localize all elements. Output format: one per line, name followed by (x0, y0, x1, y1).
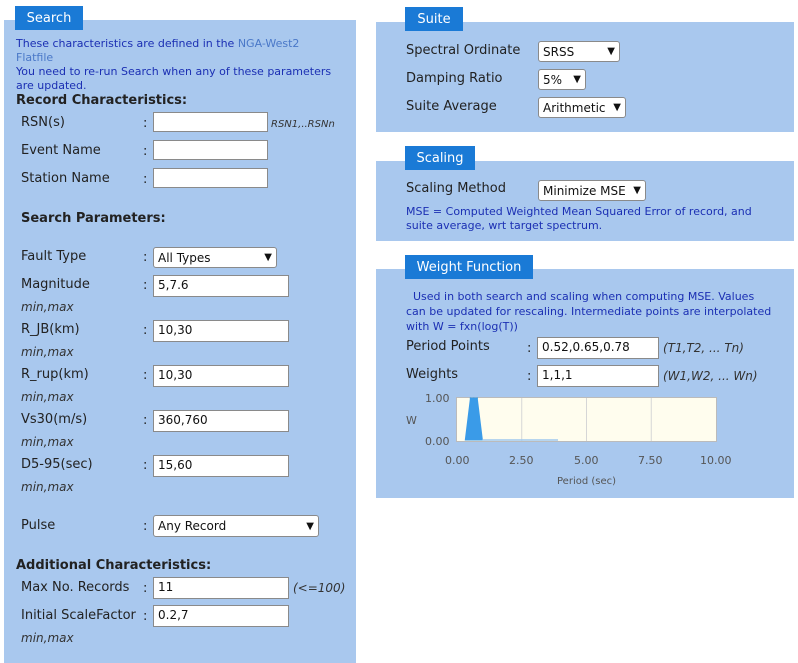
event-name-label: Event Name (21, 143, 101, 158)
scaling-method-select[interactable]: Minimize MSE ▼ (538, 180, 646, 201)
damping-ratio-select[interactable]: 5% ▼ (538, 69, 586, 90)
tab-scaling[interactable]: Scaling (405, 146, 475, 170)
d595-input[interactable]: 15,60 (153, 455, 289, 477)
rjb-label: R_JB(km) (21, 322, 80, 337)
period-points-label: Period Points (406, 339, 490, 354)
weight-note: Used in both search and scaling when com… (406, 290, 772, 333)
weights-label: Weights (406, 367, 459, 382)
spectral-ordinate-select[interactable]: SRSS ▼ (538, 41, 620, 62)
chart-ylabel: W (406, 414, 417, 427)
chevron-down-icon: ▼ (264, 252, 272, 263)
rsn-label: RSN(s) (21, 115, 65, 130)
fault-type-label: Fault Type (21, 249, 87, 264)
spectral-ordinate-label: Spectral Ordinate (406, 43, 521, 58)
rjb-input[interactable]: 10,30 (153, 320, 289, 342)
chevron-down-icon: ▼ (633, 185, 641, 196)
chevron-down-icon: ▼ (607, 46, 615, 57)
scalefactor-minmax: min,max (21, 631, 74, 645)
station-name-input[interactable] (153, 168, 268, 188)
weights-hint: (W1,W2, ... Wn) (663, 369, 758, 383)
chart-xtick-4: 10.00 (700, 454, 732, 467)
mse-note: MSE = Computed Weighted Mean Squared Err… (406, 205, 752, 232)
max-records-input[interactable]: 11 (153, 577, 289, 599)
vs30-minmax: min,max (21, 435, 74, 449)
search-parameters-heading: Search Parameters: (21, 211, 166, 226)
period-points-input[interactable]: 0.52,0.65,0.78 (537, 337, 659, 359)
chart-xtick-0: 0.00 (445, 454, 470, 467)
event-name-input[interactable] (153, 140, 268, 160)
weight-point (476, 397, 479, 399)
d595-label: D5-95(sec) (21, 457, 93, 472)
station-name-label: Station Name (21, 171, 110, 186)
tab-search[interactable]: Search (15, 6, 83, 30)
max-records-hint: (<=100) (293, 581, 346, 595)
rsn-input[interactable] (153, 112, 268, 132)
record-characteristics-heading: Record Characteristics: (16, 93, 188, 108)
tab-suite[interactable]: Suite (405, 7, 463, 31)
rrup-input[interactable]: 10,30 (153, 365, 289, 387)
rrup-minmax: min,max (21, 390, 74, 404)
chart-xtick-2: 5.00 (574, 454, 599, 467)
tab-weight-function[interactable]: Weight Function (405, 255, 533, 279)
rrup-label: R_rup(km) (21, 367, 89, 382)
weight-chart (456, 397, 717, 442)
additional-characteristics-heading: Additional Characteristics: (16, 558, 212, 573)
weights-input[interactable]: 1,1,1 (537, 365, 659, 387)
chart-xtick-3: 7.50 (638, 454, 663, 467)
chart-xlabel: Period (sec) (557, 476, 617, 487)
weight-point (469, 397, 472, 399)
chevron-down-icon: ▼ (613, 102, 621, 113)
chevron-down-icon: ▼ (306, 520, 314, 532)
chart-ytick-bottom: 0.00 (425, 435, 450, 448)
period-points-hint: (T1,T2, ... Tn) (663, 341, 744, 355)
fault-type-select[interactable]: All Types ▼ (153, 247, 277, 268)
rsn-hint: RSN1,..RSNn (271, 119, 335, 130)
vs30-input[interactable]: 360,760 (153, 410, 289, 432)
flatfile-link[interactable]: Flatfile (16, 51, 53, 64)
magnitude-label: Magnitude (21, 277, 90, 292)
weight-point (473, 397, 475, 399)
max-records-label: Max No. Records (21, 580, 130, 595)
suite-average-select[interactable]: Arithmetic ▼ (538, 97, 626, 118)
magnitude-input[interactable]: 5,7.6 (153, 275, 289, 297)
pulse-select[interactable]: Any Record ▼ (153, 515, 319, 537)
rjb-minmax: min,max (21, 345, 74, 359)
pulse-label: Pulse (21, 518, 56, 533)
nga-west2-link[interactable]: NGA-West2 (238, 37, 300, 50)
vs30-label: Vs30(m/s) (21, 412, 88, 427)
search-note: These characteristics are defined in the… (16, 37, 332, 92)
chevron-down-icon: ▼ (573, 74, 581, 85)
chart-xtick-1: 2.50 (509, 454, 534, 467)
damping-ratio-label: Damping Ratio (406, 71, 503, 86)
scaling-method-label: Scaling Method (406, 181, 506, 196)
suite-average-label: Suite Average (406, 99, 497, 114)
magnitude-minmax: min,max (21, 300, 74, 314)
d595-minmax: min,max (21, 480, 74, 494)
initial-scalefactor-input[interactable]: 0.2,7 (153, 605, 289, 627)
initial-scalefactor-label: Initial ScaleFactor (21, 608, 136, 623)
chart-ytick-top: 1.00 (425, 392, 450, 405)
